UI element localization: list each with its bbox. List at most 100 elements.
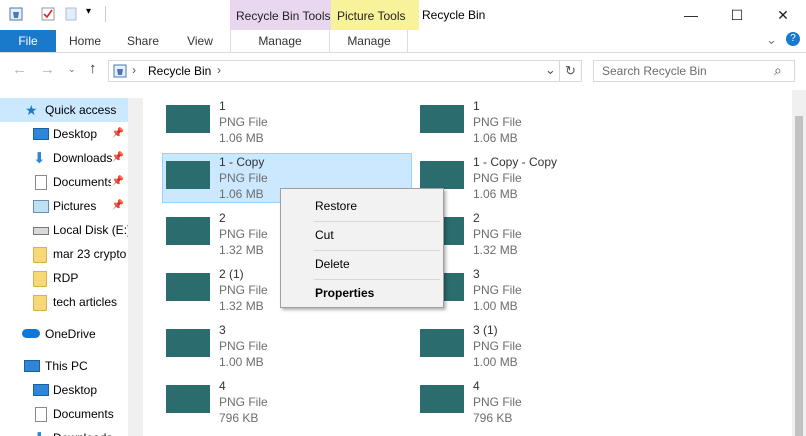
- maximize-button[interactable]: ☐: [714, 0, 760, 30]
- folder-icon: [33, 295, 47, 311]
- nav-onedrive[interactable]: OneDrive: [0, 322, 128, 346]
- document-icon: [35, 175, 47, 190]
- file-size: 1.32 MB: [219, 299, 264, 313]
- context-menu: Restore Cut Delete Properties: [280, 188, 444, 308]
- picture-tools-context-tab: Picture Tools: [331, 0, 419, 30]
- nav-item-folder[interactable]: tech articles: [0, 290, 128, 314]
- nav-pc-desktop[interactable]: Desktop: [0, 378, 128, 402]
- png-thumbnail-icon: [420, 105, 464, 133]
- nav-item-label: Desktop: [53, 383, 98, 397]
- nav-item-label: Documents: [53, 175, 111, 189]
- new-folder-quick-access-icon[interactable]: [64, 7, 78, 21]
- computer-icon: [24, 360, 40, 372]
- file-item[interactable]: 2 PNG File 1.32 MB: [416, 209, 666, 259]
- pin-icon: 📌: [111, 128, 124, 139]
- file-item[interactable]: 1 PNG File 1.06 MB: [416, 97, 666, 147]
- file-item[interactable]: 1 - Copy - Copy PNG File 1.06 MB: [416, 153, 666, 203]
- recycle-bin-icon: [113, 64, 127, 81]
- file-name: 1 - Copy - Copy: [473, 155, 558, 169]
- file-type: PNG File: [473, 339, 522, 353]
- file-item[interactable]: 3 (1) PNG File 1.00 MB: [416, 321, 666, 371]
- file-name: 2 (1): [219, 267, 244, 281]
- search-input[interactable]: Search Recycle Bin ⌕: [593, 60, 795, 82]
- expand-ribbon-icon[interactable]: ⌄: [766, 32, 777, 48]
- nav-item-label: Desktop: [53, 127, 98, 141]
- tab-manage-picture[interactable]: Manage: [331, 30, 408, 52]
- tab-view[interactable]: View: [178, 30, 222, 52]
- nav-quick-access[interactable]: ★ Quick access: [0, 98, 128, 122]
- nav-item-local-disk[interactable]: Local Disk (E:): [0, 218, 128, 242]
- recycle-bin-app-icon[interactable]: [9, 7, 23, 21]
- customize-quick-access-icon[interactable]: ▾: [86, 6, 91, 17]
- folder-icon: [33, 247, 47, 263]
- cloud-icon: [22, 329, 40, 338]
- file-item[interactable]: 4 PNG File 796 KB: [416, 377, 666, 427]
- file-type: PNG File: [473, 395, 522, 409]
- nav-pc-documents[interactable]: Documents: [0, 402, 128, 426]
- nav-item-documents[interactable]: Documents 📌: [0, 170, 128, 194]
- file-name: 3: [473, 267, 480, 281]
- refresh-button[interactable]: ↻: [560, 60, 582, 82]
- star-icon: ★: [25, 102, 38, 118]
- file-type: PNG File: [219, 115, 268, 129]
- close-button[interactable]: ✕: [760, 0, 806, 30]
- menu-item-delete[interactable]: Delete: [281, 250, 443, 278]
- menu-item-restore[interactable]: Restore: [281, 192, 443, 220]
- breadcrumb-recycle-bin[interactable]: Recycle Bin: [148, 64, 211, 78]
- nav-item-pictures[interactable]: Pictures 📌: [0, 194, 128, 218]
- nav-item-folder[interactable]: RDP: [0, 266, 128, 290]
- nav-item-label: RDP: [53, 271, 79, 285]
- help-icon[interactable]: ?: [786, 32, 800, 46]
- nav-this-pc-label: This PC: [45, 359, 88, 373]
- file-tab[interactable]: File: [0, 30, 56, 52]
- png-thumbnail-icon: [166, 217, 210, 245]
- nav-item-folder[interactable]: mar 23 crypto: [0, 242, 128, 266]
- file-item[interactable]: 4 PNG File 796 KB: [162, 377, 412, 427]
- search-icon[interactable]: ⌕: [774, 62, 782, 79]
- file-name: 1: [473, 99, 480, 113]
- content-scrollbar[interactable]: [792, 90, 806, 436]
- address-bar[interactable]: › Recycle Bin › ⌄: [108, 60, 560, 82]
- breadcrumb-separator-icon[interactable]: ›: [132, 63, 136, 77]
- drive-icon: [33, 227, 49, 235]
- picture-tools-label: Picture Tools: [337, 9, 406, 23]
- menu-item-properties[interactable]: Properties: [281, 279, 443, 307]
- menu-item-cut[interactable]: Cut: [281, 221, 443, 249]
- nav-quick-access-label: Quick access: [45, 103, 117, 117]
- nav-pc-downloads[interactable]: ⬇ Downloads: [0, 426, 128, 436]
- tab-home[interactable]: Home: [64, 30, 106, 52]
- nav-item-desktop[interactable]: Desktop 📌: [0, 122, 128, 146]
- forward-button[interactable]: →: [40, 61, 55, 78]
- back-button[interactable]: ←: [12, 61, 27, 78]
- nav-item-label: mar 23 crypto: [53, 247, 127, 261]
- content-scrollbar-thumb[interactable]: [795, 116, 803, 436]
- desktop-icon: [33, 128, 49, 140]
- file-item[interactable]: 3 PNG File 1.00 MB: [162, 321, 412, 371]
- minimize-button[interactable]: —: [668, 0, 714, 30]
- nav-item-label: Downloads: [53, 426, 112, 436]
- nav-this-pc[interactable]: This PC: [0, 354, 128, 378]
- file-type: PNG File: [473, 171, 522, 185]
- download-arrow-icon: ⬇: [33, 150, 46, 167]
- png-thumbnail-icon: [166, 161, 210, 189]
- properties-quick-access-icon[interactable]: [41, 7, 55, 21]
- png-thumbnail-icon: [420, 329, 464, 357]
- file-size: 1.00 MB: [219, 355, 264, 369]
- file-size: 1.06 MB: [473, 131, 518, 145]
- nav-onedrive-label: OneDrive: [45, 327, 96, 341]
- breadcrumb-separator-icon-2[interactable]: ›: [217, 63, 221, 77]
- png-thumbnail-icon: [420, 161, 464, 189]
- address-dropdown-icon[interactable]: ⌄: [545, 62, 556, 78]
- tab-manage-recycle-bin[interactable]: Manage: [230, 30, 330, 52]
- file-item[interactable]: 1 PNG File 1.06 MB: [162, 97, 412, 147]
- window-title: Recycle Bin: [422, 8, 486, 22]
- nav-scrollbar[interactable]: [128, 98, 143, 436]
- recent-locations-icon[interactable]: ⌄: [68, 64, 76, 75]
- nav-item-label: Pictures: [53, 199, 97, 213]
- file-item[interactable]: 3 PNG File 1.00 MB: [416, 265, 666, 315]
- file-size: 1.06 MB: [473, 187, 518, 201]
- nav-item-downloads[interactable]: ⬇ Downloads 📌: [0, 146, 128, 170]
- up-button[interactable]: ↑: [89, 60, 97, 77]
- png-thumbnail-icon: [166, 329, 210, 357]
- tab-share[interactable]: Share: [120, 30, 166, 52]
